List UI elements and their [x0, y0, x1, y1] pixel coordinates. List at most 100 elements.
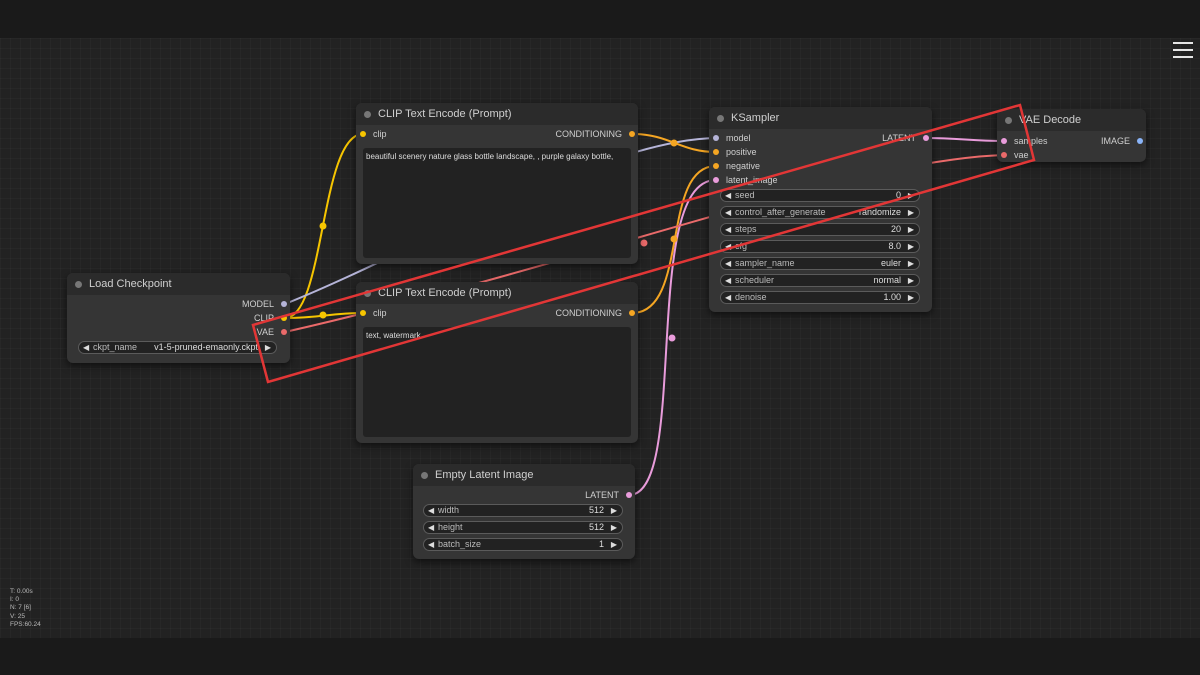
node-vae-decode[interactable]: VAE Decode samples vae IMAGE [997, 109, 1146, 162]
output-slot-clip[interactable]: CLIP [254, 313, 287, 323]
decrement-arrow-icon[interactable]: ◀ [725, 207, 731, 218]
input-slot-negative[interactable]: negative [713, 161, 760, 171]
slot-dot-icon[interactable] [923, 135, 929, 141]
slot-dot-icon[interactable] [713, 163, 719, 169]
decrement-arrow-icon[interactable]: ◀ [83, 342, 89, 353]
node-title-bar[interactable]: CLIP Text Encode (Prompt) [356, 103, 638, 125]
collapse-dot-icon[interactable] [364, 290, 371, 297]
slot-dot-icon[interactable] [626, 492, 632, 498]
increment-arrow-icon[interactable]: ▶ [908, 258, 914, 269]
increment-arrow-icon[interactable]: ▶ [908, 292, 914, 303]
widget-control-after-generate[interactable]: ◀ control_after_generate randomize ▶ [720, 206, 920, 219]
increment-arrow-icon[interactable]: ▶ [908, 275, 914, 286]
slot-dot-icon[interactable] [360, 310, 366, 316]
output-slot-conditioning[interactable]: CONDITIONING [556, 129, 635, 139]
node-title: CLIP Text Encode (Prompt) [378, 287, 512, 299]
slot-dot-icon[interactable] [629, 310, 635, 316]
link-reroute-dot [319, 311, 327, 319]
slot-dot-icon[interactable] [713, 149, 719, 155]
decrement-arrow-icon[interactable]: ◀ [428, 539, 434, 550]
slot-dot-icon[interactable] [1001, 152, 1007, 158]
stat-i: I: 0 [10, 596, 20, 604]
input-slot-vae[interactable]: vae [1001, 150, 1029, 160]
slot-dot-icon[interactable] [713, 135, 719, 141]
node-title-bar[interactable]: Load Checkpoint [67, 273, 290, 295]
output-slot-vae[interactable]: VAE [257, 327, 287, 337]
increment-arrow-icon[interactable]: ▶ [611, 522, 617, 533]
decrement-arrow-icon[interactable]: ◀ [725, 190, 731, 201]
widget-value: 1 [598, 539, 604, 549]
prompt-textarea[interactable]: beautiful scenery nature glass bottle la… [363, 148, 631, 258]
increment-arrow-icon[interactable]: ▶ [611, 539, 617, 550]
increment-arrow-icon[interactable]: ▶ [908, 241, 914, 252]
input-slot-positive[interactable]: positive [713, 147, 757, 157]
output-slot-model[interactable]: MODEL [242, 299, 287, 309]
prompt-textarea[interactable]: text, watermark [363, 327, 631, 437]
link-latent-to-decode [924, 137, 1005, 142]
slot-dot-icon[interactable] [360, 131, 366, 137]
collapse-dot-icon[interactable] [364, 111, 371, 118]
collapse-dot-icon[interactable] [421, 472, 428, 479]
output-slot-conditioning[interactable]: CONDITIONING [556, 308, 635, 318]
output-slot-latent[interactable]: LATENT [585, 490, 632, 500]
slot-dot-icon[interactable] [629, 131, 635, 137]
slot-dot-icon[interactable] [1137, 138, 1143, 144]
slot-label: negative [726, 161, 761, 171]
slot-label: VAE [256, 327, 274, 337]
slot-label: positive [726, 147, 757, 157]
output-slot-image[interactable]: IMAGE [1101, 136, 1143, 146]
node-empty-latent-image[interactable]: Empty Latent Image LATENT ◀ width 512 ▶ … [413, 464, 635, 559]
widget-cfg[interactable]: ◀ cfg 8.0 ▶ [720, 240, 920, 253]
input-slot-clip[interactable]: clip [360, 308, 387, 318]
widget-height[interactable]: ◀ height 512 ▶ [423, 521, 623, 534]
widget-batch-size[interactable]: ◀ batch_size 1 ▶ [423, 538, 623, 551]
decrement-arrow-icon[interactable]: ◀ [428, 522, 434, 533]
decrement-arrow-icon[interactable]: ◀ [725, 241, 731, 252]
decrement-arrow-icon[interactable]: ◀ [725, 258, 731, 269]
slot-dot-icon[interactable] [281, 315, 287, 321]
node-clip-text-encode-negative[interactable]: CLIP Text Encode (Prompt) clip CONDITION… [356, 282, 638, 443]
node-ksampler[interactable]: KSampler model positive negative latent_… [709, 107, 932, 312]
decrement-arrow-icon[interactable]: ◀ [428, 505, 434, 516]
hamburger-menu-icon[interactable] [1173, 42, 1193, 60]
slot-dot-icon[interactable] [713, 177, 719, 183]
increment-arrow-icon[interactable]: ▶ [908, 224, 914, 235]
decrement-arrow-icon[interactable]: ◀ [725, 292, 731, 303]
widget-sampler-name[interactable]: ◀ sampler_name euler ▶ [720, 257, 920, 270]
slot-dot-icon[interactable] [281, 301, 287, 307]
widget-label: cfg [735, 241, 748, 251]
collapse-dot-icon[interactable] [1005, 117, 1012, 124]
node-load-checkpoint[interactable]: Load Checkpoint MODEL CLIP VAE ◀ ckpt_na… [67, 273, 290, 363]
decrement-arrow-icon[interactable]: ◀ [725, 275, 731, 286]
node-title-bar[interactable]: VAE Decode [997, 109, 1146, 131]
node-title-bar[interactable]: KSampler [709, 107, 932, 129]
increment-arrow-icon[interactable]: ▶ [908, 190, 914, 201]
widget-denoise[interactable]: ◀ denoise 1.00 ▶ [720, 291, 920, 304]
widget-label: height [438, 522, 463, 532]
output-slot-latent[interactable]: LATENT [882, 133, 929, 143]
input-slot-latent-image[interactable]: latent_image [713, 175, 778, 185]
input-slot-clip[interactable]: clip [360, 129, 387, 139]
decrement-arrow-icon[interactable]: ◀ [725, 224, 731, 235]
node-title-bar[interactable]: Empty Latent Image [413, 464, 635, 486]
node-clip-text-encode-positive[interactable]: CLIP Text Encode (Prompt) clip CONDITION… [356, 103, 638, 264]
collapse-dot-icon[interactable] [717, 115, 724, 122]
collapse-dot-icon[interactable] [75, 281, 82, 288]
input-slot-model[interactable]: model [713, 133, 751, 143]
widget-scheduler[interactable]: ◀ scheduler normal ▶ [720, 274, 920, 287]
input-slot-samples[interactable]: samples [1001, 136, 1048, 146]
widget-seed[interactable]: ◀ seed 0 ▶ [720, 189, 920, 202]
increment-arrow-icon[interactable]: ▶ [265, 342, 271, 353]
widget-value: 512 [588, 522, 604, 532]
link-reroute-dot [670, 139, 678, 147]
widget-value: 8.0 [888, 241, 901, 251]
node-title-bar[interactable]: CLIP Text Encode (Prompt) [356, 282, 638, 304]
slot-dot-icon[interactable] [1001, 138, 1007, 144]
node-title: Empty Latent Image [435, 469, 534, 481]
slot-dot-icon[interactable] [281, 329, 287, 335]
widget-ckpt-name[interactable]: ◀ ckpt_name v1-5-pruned-emaonly.ckpt ▶ [78, 341, 277, 354]
increment-arrow-icon[interactable]: ▶ [611, 505, 617, 516]
increment-arrow-icon[interactable]: ▶ [908, 207, 914, 218]
widget-steps[interactable]: ◀ steps 20 ▶ [720, 223, 920, 236]
widget-width[interactable]: ◀ width 512 ▶ [423, 504, 623, 517]
